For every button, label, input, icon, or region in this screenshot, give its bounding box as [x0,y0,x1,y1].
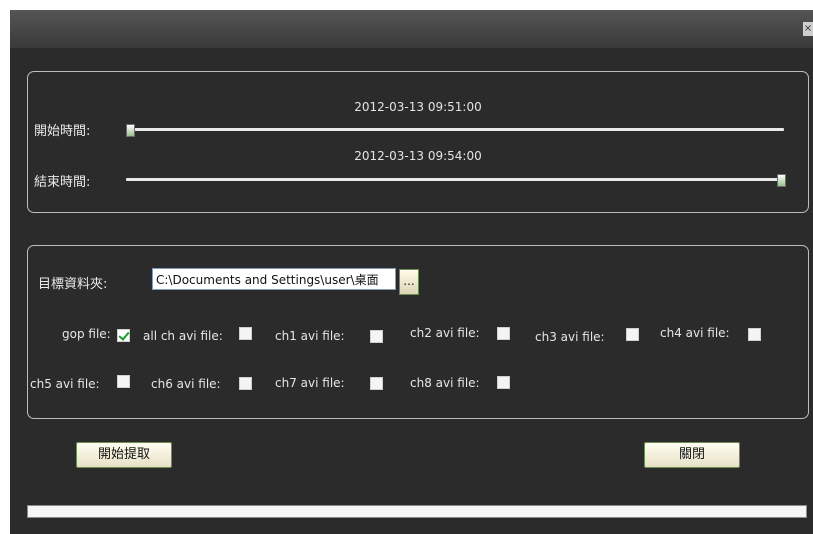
end-time-slider[interactable] [126,178,784,181]
dest-folder-input[interactable]: C:\Documents and Settings\user\桌面 [152,268,396,290]
extract-progress-bar [27,505,807,518]
ch7-avi-label: ch7 avi file: [275,376,345,390]
all-ch-avi-label: all ch avi file: [143,329,223,343]
ch5-avi-label: ch5 avi file: [30,377,100,391]
export-options-group: 目標資料夾: C:\Documents and Settings\user\桌面… [27,245,809,419]
ch5-avi-checkbox[interactable] [117,375,130,388]
time-range-group: 2012-03-13 09:51:00 開始時間: 2012-03-13 09:… [27,71,809,213]
close-button[interactable]: 關閉 [644,442,740,468]
ch1-avi-label: ch1 avi file: [275,329,345,343]
ch8-avi-label: ch8 avi file: [410,376,480,390]
close-icon[interactable]: × [803,22,813,36]
ch3-avi-label: ch3 avi file: [535,330,605,344]
ch6-avi-label: ch6 avi file: [151,377,221,391]
title-bar: × [10,10,813,48]
end-slider-thumb[interactable] [777,174,786,187]
ch4-avi-label: ch4 avi file: [660,326,730,340]
ch6-avi-checkbox[interactable] [239,377,252,390]
start-time-value: 2012-03-13 09:51:00 [354,100,482,114]
start-extract-button[interactable]: 開始提取 [76,442,172,468]
start-slider-thumb[interactable] [126,124,135,137]
ch2-avi-checkbox[interactable] [497,327,510,340]
start-time-slider[interactable] [126,128,784,131]
end-time-label: 結束時間: [34,175,91,190]
ch7-avi-checkbox[interactable] [370,377,383,390]
ch2-avi-label: ch2 avi file: [410,326,480,340]
gop-file-checkbox[interactable] [117,329,130,342]
start-time-label: 開始時間: [34,124,91,139]
all-ch-avi-checkbox[interactable] [239,327,252,340]
extract-dialog: × 2012-03-13 09:51:00 開始時間: 2012-03-13 0… [10,10,813,534]
ch3-avi-checkbox[interactable] [626,328,639,341]
ch8-avi-checkbox[interactable] [497,376,510,389]
dest-folder-label: 目標資料夾: [38,277,108,292]
ch1-avi-checkbox[interactable] [370,330,383,343]
browse-folder-button[interactable]: ... [399,269,419,295]
end-time-value: 2012-03-13 09:54:00 [354,149,482,163]
gop-file-label: gop file: [62,327,111,341]
ch4-avi-checkbox[interactable] [748,328,761,341]
